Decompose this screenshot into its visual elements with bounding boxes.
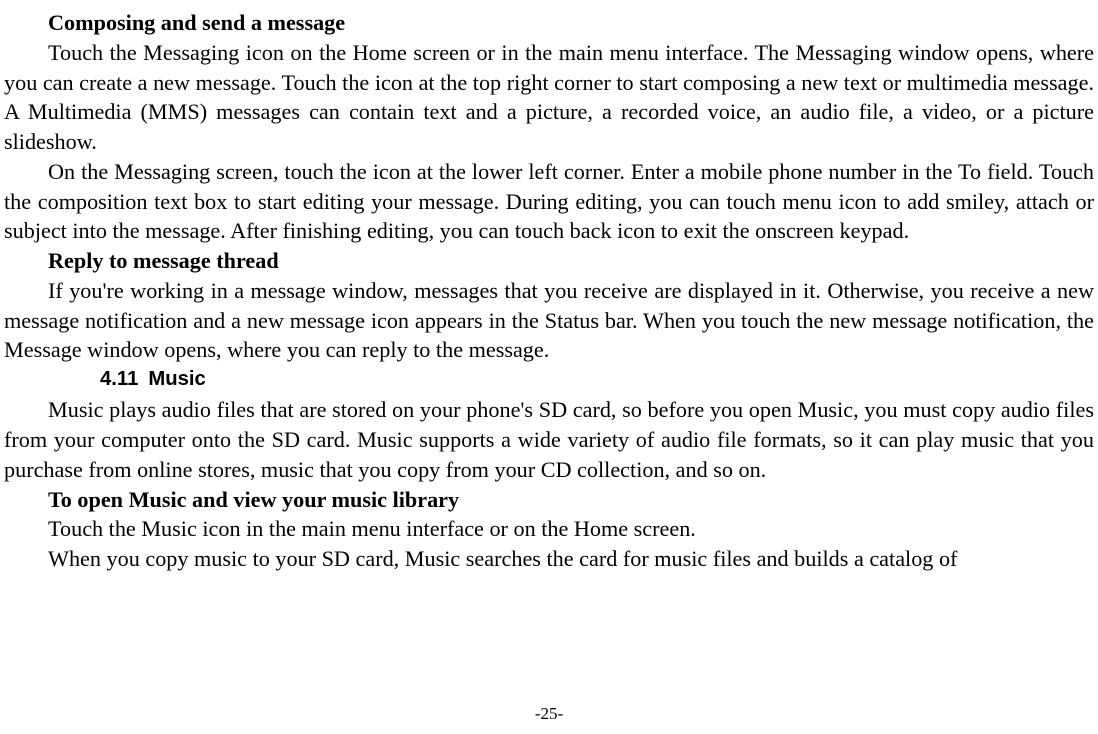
heading-reply: Reply to message thread xyxy=(4,246,1094,276)
document-page: Composing and send a message Touch the M… xyxy=(0,0,1098,734)
page-number-text: -25- xyxy=(535,704,563,723)
section-heading-music: 4.11 Music xyxy=(4,365,1094,393)
para-composing-2-text: On the Messaging screen, touch the icon … xyxy=(4,159,1094,244)
para-composing-2: On the Messaging screen, touch the icon … xyxy=(4,157,1094,246)
para-open-music-1: Touch the Music icon in the main menu in… xyxy=(4,514,1094,544)
para-open-music-1-text: Touch the Music icon in the main menu in… xyxy=(48,516,696,541)
para-reply-text: If you're working in a message window, m… xyxy=(4,278,1094,363)
para-music-1: Music plays audio files that are stored … xyxy=(4,395,1094,484)
section-title: Music xyxy=(148,368,205,390)
heading-open-music: To open Music and view your music librar… xyxy=(4,485,1094,515)
para-open-music-2-text: When you copy music to your SD card, Mus… xyxy=(48,546,957,571)
para-composing-1-text: Touch the Messaging icon on the Home scr… xyxy=(4,40,1094,154)
heading-composing: Composing and send a message xyxy=(4,8,1094,38)
page-number: -25- xyxy=(0,704,1098,724)
heading-reply-text: Reply to message thread xyxy=(48,248,279,273)
para-composing-1: Touch the Messaging icon on the Home scr… xyxy=(4,38,1094,157)
section-number: 4.11 xyxy=(100,368,138,390)
heading-open-music-text: To open Music and view your music librar… xyxy=(48,487,459,512)
heading-composing-text: Composing and send a message xyxy=(48,10,345,35)
para-reply: If you're working in a message window, m… xyxy=(4,276,1094,365)
para-open-music-2: When you copy music to your SD card, Mus… xyxy=(4,544,1094,574)
para-music-1-text: Music plays audio files that are stored … xyxy=(4,397,1094,482)
